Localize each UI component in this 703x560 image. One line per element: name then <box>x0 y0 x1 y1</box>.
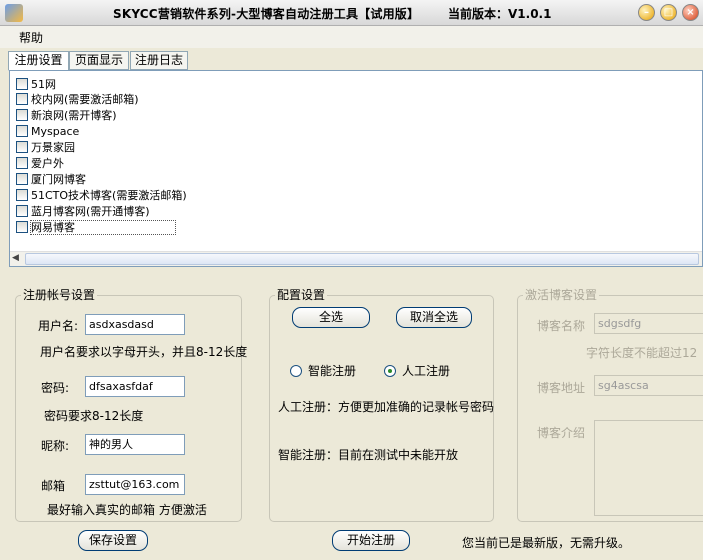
blog-url-input[interactable]: sg4ascsa <box>594 375 703 396</box>
email-hint: 最好输入真实的邮箱 方便激活 <box>47 503 207 517</box>
tab-page-display[interactable]: 页面显示 <box>69 51 129 70</box>
save-settings-button[interactable]: 保存设置 <box>78 530 148 551</box>
checkbox[interactable] <box>16 125 28 137</box>
horizontal-scrollbar[interactable]: ◀ <box>10 251 702 266</box>
blog-name-label: 博客名称 <box>537 319 586 333</box>
minimize-icon: – <box>644 7 649 18</box>
app-icon <box>5 4 23 22</box>
password-input[interactable]: dfsaxasfdaf <box>85 376 185 397</box>
deselect-all-button[interactable]: 取消全选 <box>396 307 472 328</box>
password-label: 密码: <box>41 381 70 395</box>
tab-register-log[interactable]: 注册日志 <box>130 51 188 70</box>
tab-register-settings[interactable]: 注册设置 <box>8 51 69 71</box>
password-hint: 密码要求8-12长度 <box>44 409 144 423</box>
menu-help[interactable]: 帮助 <box>19 29 43 46</box>
username-input[interactable]: asdxasdasd <box>85 314 185 335</box>
checkbox[interactable] <box>16 205 28 217</box>
list-item[interactable]: 爱户外 <box>16 156 64 172</box>
checkbox[interactable] <box>16 109 28 121</box>
checkbox[interactable] <box>16 157 28 169</box>
blog-name-hint: 字符长度不能超过12 <box>586 346 698 360</box>
list-item[interactable]: 厦门网博客 <box>16 172 86 188</box>
nickname-input[interactable]: 神的男人 <box>85 434 185 455</box>
scroll-thumb[interactable] <box>25 253 699 265</box>
smart-register-radio[interactable] <box>290 364 302 377</box>
list-item[interactable]: 51CTO技术博客(需要激活邮箱) <box>16 188 187 204</box>
email-input[interactable]: zsttut@163.com <box>85 474 185 495</box>
manual-register-radio[interactable] <box>384 364 396 377</box>
blog-url-label: 博客地址 <box>537 381 586 395</box>
smart-register-label: 智能注册 <box>308 364 357 378</box>
config-settings-title: 配置设置 <box>275 286 328 303</box>
checkbox[interactable] <box>16 173 28 185</box>
list-item[interactable]: 新浪网(需开博客) <box>16 108 117 124</box>
username-hint: 用户名要求以字母开头，并且8-12长度 <box>40 345 248 359</box>
close-icon: × <box>686 7 695 18</box>
close-button[interactable]: × <box>682 4 699 21</box>
title-bar: SKYCC营销软件系列-大型博客自动注册工具【试用版】 当前版本：V1.0.1 … <box>0 0 703 26</box>
list-item[interactable]: 网易博客 <box>16 220 176 236</box>
status-text: 您当前已是最新版，无需升级。 <box>462 536 631 550</box>
checkbox[interactable] <box>16 78 28 90</box>
list-item[interactable]: 蓝月博客网(需开通博客) <box>16 204 150 220</box>
site-list[interactable]: 51网 校内网(需要激活邮箱) 新浪网(需开博客) Myspace 万景家园 爱… <box>9 70 703 267</box>
checkbox[interactable] <box>16 189 28 201</box>
version-label: 当前版本：V1.0.1 <box>448 7 552 21</box>
checkbox[interactable] <box>16 141 28 153</box>
username-label: 用户名: <box>38 319 79 333</box>
list-item[interactable]: Myspace <box>16 124 79 140</box>
list-item[interactable]: 51网 <box>16 77 56 93</box>
smart-register-option[interactable]: 智能注册 <box>290 362 356 379</box>
minimize-button[interactable]: – <box>638 4 655 21</box>
smart-register-desc: 智能注册：目前在测试中未能开放 <box>278 448 459 462</box>
menu-bar: 帮助 <box>0 26 703 48</box>
nickname-label: 昵称: <box>41 439 70 453</box>
start-register-button[interactable]: 开始注册 <box>332 530 410 551</box>
blog-intro-label: 博客介绍 <box>537 426 586 440</box>
list-item[interactable]: 校内网(需要激活邮箱) <box>16 92 139 108</box>
activate-blog-title: 激活博客设置 <box>523 286 600 303</box>
checkbox[interactable] <box>16 221 28 233</box>
manual-register-option[interactable]: 人工注册 <box>384 362 450 379</box>
maximize-button[interactable]: □ <box>660 4 677 21</box>
window-title: SKYCC营销软件系列-大型博客自动注册工具【试用版】 <box>113 7 420 21</box>
blog-intro-textarea[interactable] <box>594 420 703 516</box>
email-label: 邮箱 <box>41 479 66 493</box>
scroll-left-icon[interactable]: ◀ <box>12 253 19 263</box>
list-item[interactable]: 万景家园 <box>16 140 75 156</box>
blog-name-input[interactable]: sdgsdfg <box>594 313 703 334</box>
manual-register-desc: 人工注册：方便更加准确的记录帐号密码 <box>278 400 495 414</box>
maximize-icon: □ <box>663 7 674 18</box>
manual-register-label: 人工注册 <box>402 364 451 378</box>
checkbox[interactable] <box>16 93 28 105</box>
select-all-button[interactable]: 全选 <box>292 307 370 328</box>
account-settings-title: 注册帐号设置 <box>21 286 98 303</box>
